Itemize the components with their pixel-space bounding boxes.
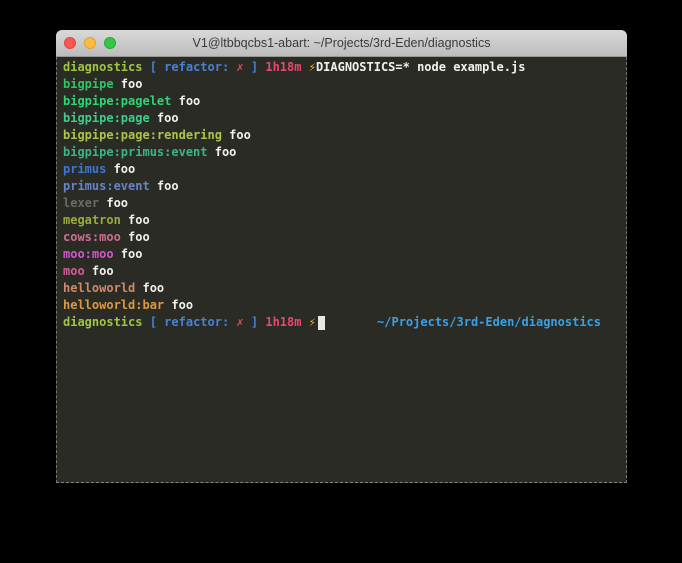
- terminal-window: V1@ltbbqcbs1-abart: ~/Projects/3rd-Eden/…: [56, 30, 627, 482]
- terminal-text-segment: 1h18m: [265, 59, 301, 76]
- terminal-text-segment: foo: [85, 263, 114, 280]
- terminal-text-segment: primus: [63, 161, 106, 178]
- window-title: V1@ltbbqcbs1-abart: ~/Projects/3rd-Eden/…: [56, 36, 627, 50]
- terminal-text-segment: foo: [99, 195, 128, 212]
- terminal-text-segment: foo: [222, 127, 251, 144]
- close-button[interactable]: [64, 37, 76, 49]
- terminal-line: helloworld:bar foo: [63, 297, 626, 314]
- terminal-line: bigpipe foo: [63, 76, 626, 93]
- terminal-line: primus foo: [63, 161, 626, 178]
- terminal-text-segment: foo: [150, 178, 179, 195]
- terminal-text-segment: ⚡: [309, 314, 316, 331]
- terminal-output[interactable]: diagnostics [ refactor: ✗ ] 1h18m ⚡DIAGN…: [56, 57, 627, 483]
- terminal-text-segment: diagnostics: [63, 59, 142, 76]
- terminal-text-segment: foo: [121, 212, 150, 229]
- terminal-text-segment: ⚡: [309, 59, 316, 76]
- terminal-line: bigpipe:pagelet foo: [63, 93, 626, 110]
- terminal-text-segment: [ refactor:: [150, 59, 237, 76]
- terminal-text-segment: foo: [135, 280, 164, 297]
- terminal-text-segment: bigpipe:page:rendering: [63, 127, 222, 144]
- terminal-text-segment: bigpipe:page: [63, 110, 150, 127]
- terminal-text-segment: helloworld: [63, 280, 135, 297]
- terminal-line: bigpipe:page:rendering foo: [63, 127, 626, 144]
- terminal-line: diagnostics [ refactor: ✗ ] 1h18m ⚡DIAGN…: [63, 59, 626, 76]
- terminal-text-segment: moo: [63, 263, 85, 280]
- terminal-text-segment: moo:moo: [63, 246, 114, 263]
- terminal-line: moo foo: [63, 263, 626, 280]
- terminal-text-segment: megatron: [63, 212, 121, 229]
- terminal-text-segment: ✗: [236, 314, 243, 331]
- terminal-text-segment: foo: [208, 144, 237, 161]
- terminal-line: bigpipe:page foo: [63, 110, 626, 127]
- terminal-text-segment: ~/Projects/3rd-Eden/diagnostics: [377, 315, 601, 329]
- terminal-line: helloworld foo: [63, 280, 626, 297]
- terminal-text-segment: 1h18m: [265, 314, 301, 331]
- terminal-line: primus:event foo: [63, 178, 626, 195]
- terminal-text-segment: ]: [244, 314, 266, 331]
- terminal-line: megatron foo: [63, 212, 626, 229]
- right-prompt-path: ~/Projects/3rd-Eden/diagnostics: [377, 314, 626, 331]
- terminal-text-segment: [301, 314, 308, 331]
- terminal-text-segment: ✗: [236, 59, 243, 76]
- terminal-text-segment: bigpipe: [63, 76, 114, 93]
- terminal-text-segment: foo: [121, 229, 150, 246]
- terminal-text-segment: [142, 314, 149, 331]
- terminal-line: cows:moo foo: [63, 229, 626, 246]
- terminal-text-segment: foo: [164, 297, 193, 314]
- terminal-text-segment: helloworld:bar: [63, 297, 164, 314]
- terminal-text-segment: cows:moo: [63, 229, 121, 246]
- zoom-button[interactable]: [104, 37, 116, 49]
- minimize-button[interactable]: [84, 37, 96, 49]
- terminal-line: diagnostics [ refactor: ✗ ] 1h18m ⚡ ~/Pro…: [63, 314, 626, 331]
- terminal-text-segment: bigpipe:pagelet: [63, 93, 171, 110]
- terminal-text-segment: [142, 59, 149, 76]
- terminal-line: bigpipe:primus:event foo: [63, 144, 626, 161]
- terminal-line: lexer foo: [63, 195, 626, 212]
- terminal-text-segment: foo: [171, 93, 200, 110]
- terminal-text-segment: [ refactor:: [150, 314, 237, 331]
- terminal-text-segment: DIAGNOSTICS=* node example.js: [316, 59, 526, 76]
- terminal-text-segment: primus:event: [63, 178, 150, 195]
- terminal-text-segment: diagnostics: [63, 314, 142, 331]
- terminal-text-segment: lexer: [63, 195, 99, 212]
- terminal-text-segment: ]: [244, 59, 266, 76]
- terminal-text-segment: foo: [106, 161, 135, 178]
- terminal-text-segment: bigpipe:primus:event: [63, 144, 208, 161]
- terminal-cursor: [318, 316, 325, 330]
- window-titlebar[interactable]: V1@ltbbqcbs1-abart: ~/Projects/3rd-Eden/…: [56, 30, 627, 57]
- terminal-text-segment: [301, 59, 308, 76]
- traffic-lights: [64, 30, 116, 56]
- terminal-text-segment: foo: [150, 110, 179, 127]
- terminal-text-segment: foo: [114, 246, 143, 263]
- terminal-line: moo:moo foo: [63, 246, 626, 263]
- terminal-text-segment: foo: [114, 76, 143, 93]
